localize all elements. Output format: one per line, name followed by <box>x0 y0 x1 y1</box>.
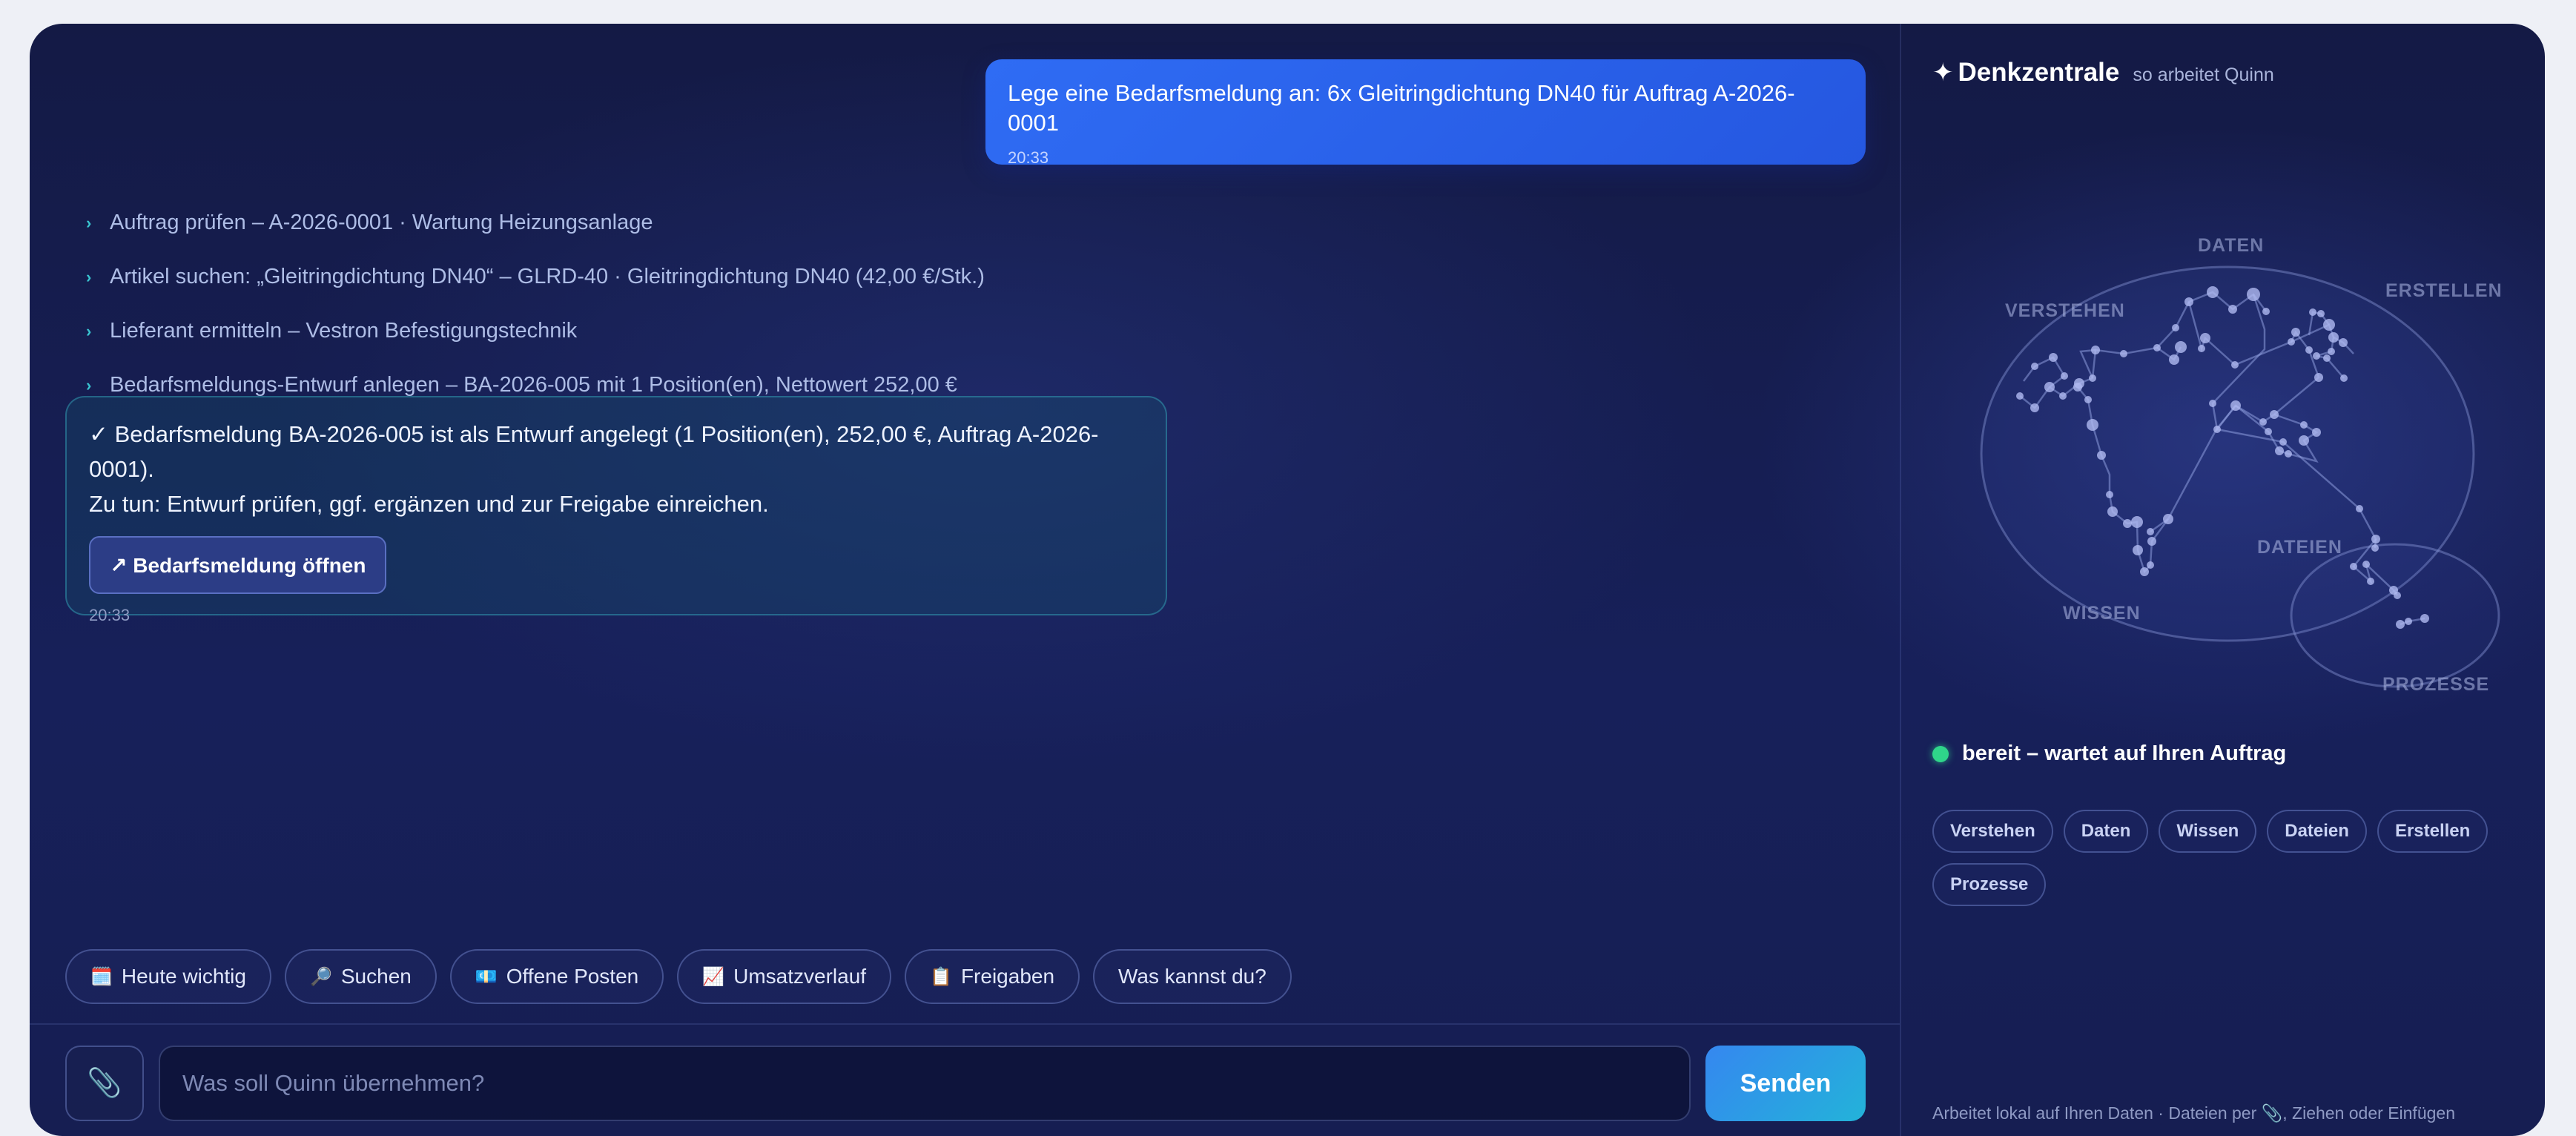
quick-action-heute-wichtig[interactable]: 🗓️ Heute wichtig <box>65 949 271 1004</box>
quick-action-was-kannst-du[interactable]: Was kannst du? <box>1093 949 1292 1004</box>
open-requisition-button[interactable]: ↗ Bedarfsmeldung öffnen <box>89 536 387 594</box>
chat-panel: Lege eine Bedarfsmeldung an: 6x Gleitrin… <box>30 24 1900 1136</box>
calendar-icon: 🗓️ <box>90 966 113 987</box>
step-item: › Artikel suchen: „Gleitringdichtung DN40… <box>86 250 985 304</box>
panel-title-text: Denkzentrale <box>1958 58 2120 87</box>
panel-footer: Arbeitet lokal auf Ihren Daten · Dateien… <box>1932 1103 2455 1123</box>
attach-button[interactable]: 📎 <box>65 1046 144 1121</box>
chevron-right-icon: › <box>86 321 92 340</box>
user-message-text: Lege eine Bedarfsmeldung an: 6x Gleitrin… <box>1008 80 1795 136</box>
quick-action-label: Heute wichtig <box>121 965 246 988</box>
quick-action-suchen[interactable]: 🔎 Suchen <box>284 949 437 1004</box>
panel-subtitle: so arbeitet Quinn <box>2133 65 2274 85</box>
status-text: bereit – wartet auf Ihren Auftrag <box>1962 742 2287 765</box>
process-ellipse <box>2290 543 2500 688</box>
chevron-right-icon: › <box>86 375 92 394</box>
search-icon: 🔎 <box>309 966 332 987</box>
user-message-time: 20:33 <box>1008 148 1049 167</box>
quick-action-freigaben[interactable]: 📋 Freigaben <box>905 949 1080 1004</box>
label-daten: DATEN <box>2198 235 2264 256</box>
step-list: › Auftrag prüfen – A-2026-0001 · Wartung … <box>86 196 985 412</box>
message-input[interactable] <box>159 1046 1691 1121</box>
constellation-map: DATEN ERSTELLEN VERSTEHEN DATEIEN WISSEN… <box>1980 235 2503 695</box>
composer-divider <box>30 1023 1900 1025</box>
quick-action-offene-posten[interactable]: 💶 Offene Posten <box>449 949 664 1004</box>
step-text: Auftrag prüfen – A-2026-0001 · Wartung H… <box>110 211 653 234</box>
status-indicator: bereit – wartet auf Ihren Auftrag <box>1932 742 2286 766</box>
quick-action-label: Offene Posten <box>506 965 639 988</box>
quick-action-label: Was kannst du? <box>1118 965 1266 988</box>
panel-title: ✦ Denkzentrale <box>1932 58 2119 87</box>
user-message: Lege eine Bedarfsmeldung an: 6x Gleitrin… <box>985 59 1866 167</box>
capability-tags: Verstehen Daten Wissen Dateien Erstellen… <box>1932 810 2526 906</box>
chevron-right-icon: › <box>86 213 92 232</box>
status-dot-icon <box>1932 745 1949 762</box>
label-erstellen: ERSTELLEN <box>2385 280 2503 301</box>
send-button[interactable]: Senden <box>1705 1046 1866 1121</box>
step-item: › Lieferant ermitteln – Vestron Befestigu… <box>86 304 985 358</box>
quick-action-label: Umsatzverlauf <box>733 965 867 988</box>
result-todo: Zu tun: Entwurf prüfen, ggf. ergänzen un… <box>89 491 769 517</box>
quick-action-umsatzverlauf[interactable]: 📈 Umsatzverlauf <box>677 949 892 1004</box>
money-icon: 💶 <box>475 966 498 987</box>
step-text: Artikel suchen: „Gleitringdichtung DN40“… <box>110 265 985 288</box>
tag-dateien[interactable]: Dateien <box>2267 810 2367 853</box>
tag-daten[interactable]: Daten <box>2063 810 2149 853</box>
step-item: › Auftrag prüfen – A-2026-0001 · Wartung … <box>86 196 985 250</box>
chevron-right-icon: › <box>86 267 92 286</box>
tag-prozesse[interactable]: Prozesse <box>1932 863 2047 906</box>
tag-erstellen[interactable]: Erstellen <box>2377 810 2489 853</box>
quick-actions: 🗓️ Heute wichtig 🔎 Suchen 💶 Offene Posten 📈… <box>65 949 1292 1004</box>
sparkle-icon: ✦ <box>1932 59 1954 87</box>
result-summary: ✓ Bedarfsmeldung BA-2026-005 ist als Ent… <box>89 421 1099 482</box>
label-dateien: DATEIEN <box>2257 537 2342 558</box>
label-wissen: WISSEN <box>2063 603 2141 624</box>
step-text: Bedarfsmeldungs-Entwurf anlegen – BA-202… <box>110 373 957 397</box>
assistant-result-message: ✓ Bedarfsmeldung BA-2026-005 ist als Ent… <box>65 396 1167 624</box>
quick-action-label: Freigaben <box>960 965 1055 988</box>
panel-header: ✦ Denkzentrale so arbeitet Quinn <box>1932 58 2274 87</box>
label-verstehen: VERSTEHEN <box>2005 300 2125 321</box>
chart-icon: 📈 <box>702 966 725 987</box>
tag-wissen[interactable]: Wissen <box>2159 810 2257 853</box>
clipboard-icon: 📋 <box>930 966 952 987</box>
thinking-center-panel: ✦ Denkzentrale so arbeitet Quinn DATEN E… <box>1900 24 2545 1136</box>
paperclip-icon: 📎 <box>87 1068 122 1099</box>
label-prozesse: PROZESSE <box>2382 674 2489 695</box>
step-text: Lieferant ermitteln – Vestron Befestigun… <box>110 319 578 343</box>
app-window: Lege eine Bedarfsmeldung an: 6x Gleitrin… <box>30 24 2545 1136</box>
quick-action-label: Suchen <box>340 965 412 988</box>
result-time: 20:33 <box>89 606 131 624</box>
tag-verstehen[interactable]: Verstehen <box>1932 810 2053 853</box>
